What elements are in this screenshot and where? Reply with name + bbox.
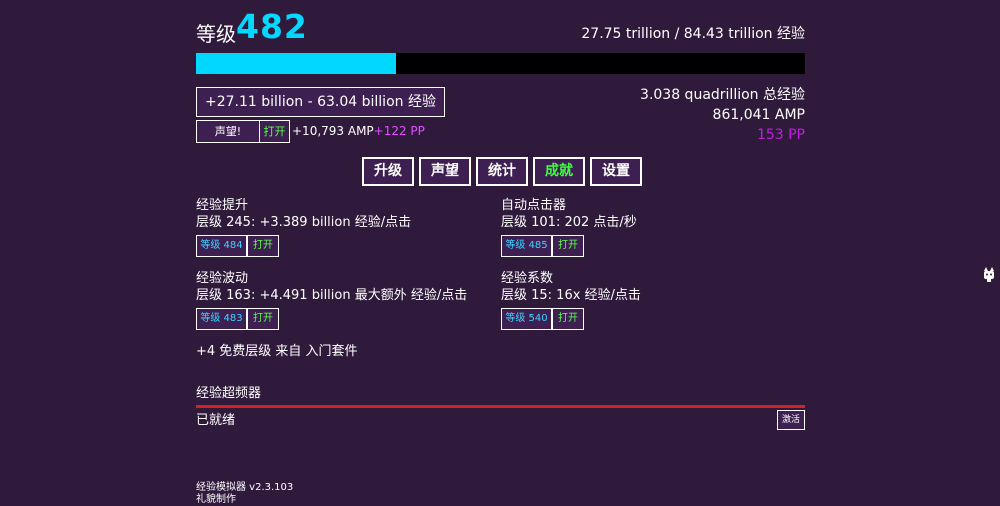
xp-progress-fill <box>196 53 397 74</box>
upgrade-level-button-xp-fluctuation[interactable]: 等级 483 <box>196 308 247 330</box>
upgrade-level-button-autoclicker[interactable]: 等级 485 <box>501 235 552 257</box>
overclock-activate-button[interactable]: 激活 <box>777 410 805 430</box>
overclock-status: 已就绪 <box>196 413 236 428</box>
stats-summary: 3.038 quadrillion 总经验 861,041 AMP 153 PP <box>640 85 805 145</box>
pp-total: 153 PP <box>756 127 805 143</box>
click-xp-range[interactable]: +27.11 billion - 63.04 billion 经验 <box>196 87 445 117</box>
amp-gain-text: +10,793 AMP <box>292 124 374 138</box>
upgrade-title-autoclicker: 自动点击器 <box>501 198 567 213</box>
tab-stats[interactable]: 统计 <box>476 157 528 186</box>
upgrade-open-button-xp-fluctuation[interactable]: 打开 <box>247 308 279 330</box>
free-levels-note: +4 免费层级 来自 入门套件 <box>196 344 358 359</box>
upgrade-title-xp-boost: 经验提升 <box>196 198 249 213</box>
upgrade-level-button-xp-factor[interactable]: 等级 540 <box>501 308 552 330</box>
upgrade-title-xp-fluctuation: 经验波动 <box>196 271 249 286</box>
xp-progress-text: 27.75 trillion / 84.43 trillion 经验 <box>581 26 805 42</box>
upgrade-desc-autoclicker: 层级 101: 202 点击/秒 <box>501 215 637 230</box>
upgrade-open-button-xp-factor[interactable]: 打开 <box>552 308 584 330</box>
pp-gain-text: +122 PP <box>373 124 425 138</box>
tab-upgrades[interactable]: 升级 <box>362 157 414 186</box>
upgrade-title-xp-factor: 经验系数 <box>501 271 554 286</box>
level-value: 482 <box>236 7 308 46</box>
upgrade-desc-xp-factor: 层级 15: 16x 经验/点击 <box>501 288 641 303</box>
upgrade-open-button-autoclicker[interactable]: 打开 <box>552 235 584 257</box>
prestige-gain: +10,793 AMP+122 PP <box>292 123 425 139</box>
overclock-title: 经验超频器 <box>196 386 262 401</box>
upgrade-desc-xp-fluctuation: 层级 163: +4.491 billion 最大额外 经验/点击 <box>196 288 468 303</box>
tab-settings[interactable]: 设置 <box>590 157 642 186</box>
credit-text: 礼貌制作 <box>196 494 236 505</box>
prestige-button[interactable]: 声望! <box>196 120 260 143</box>
total-xp: 3.038 quadrillion 总经验 <box>640 87 805 103</box>
cat-icon[interactable] <box>982 265 996 283</box>
tab-prestige[interactable]: 声望 <box>419 157 471 186</box>
amp-total: 861,041 AMP <box>712 107 805 123</box>
upgrade-desc-xp-boost: 层级 245: +3.389 billion 经验/点击 <box>196 215 412 230</box>
overclock-bar <box>196 405 805 408</box>
upgrade-level-button-xp-boost[interactable]: 等级 484 <box>196 235 247 257</box>
upgrade-open-button-xp-boost[interactable]: 打开 <box>247 235 279 257</box>
tab-achievements[interactable]: 成就 <box>533 157 585 186</box>
tab-bar: 升级 声望 统计 成就 设置 <box>362 157 642 186</box>
level-label: 等级 <box>196 22 236 46</box>
prestige-open-button[interactable]: 打开 <box>259 120 290 143</box>
xp-progress-bar <box>196 53 805 74</box>
